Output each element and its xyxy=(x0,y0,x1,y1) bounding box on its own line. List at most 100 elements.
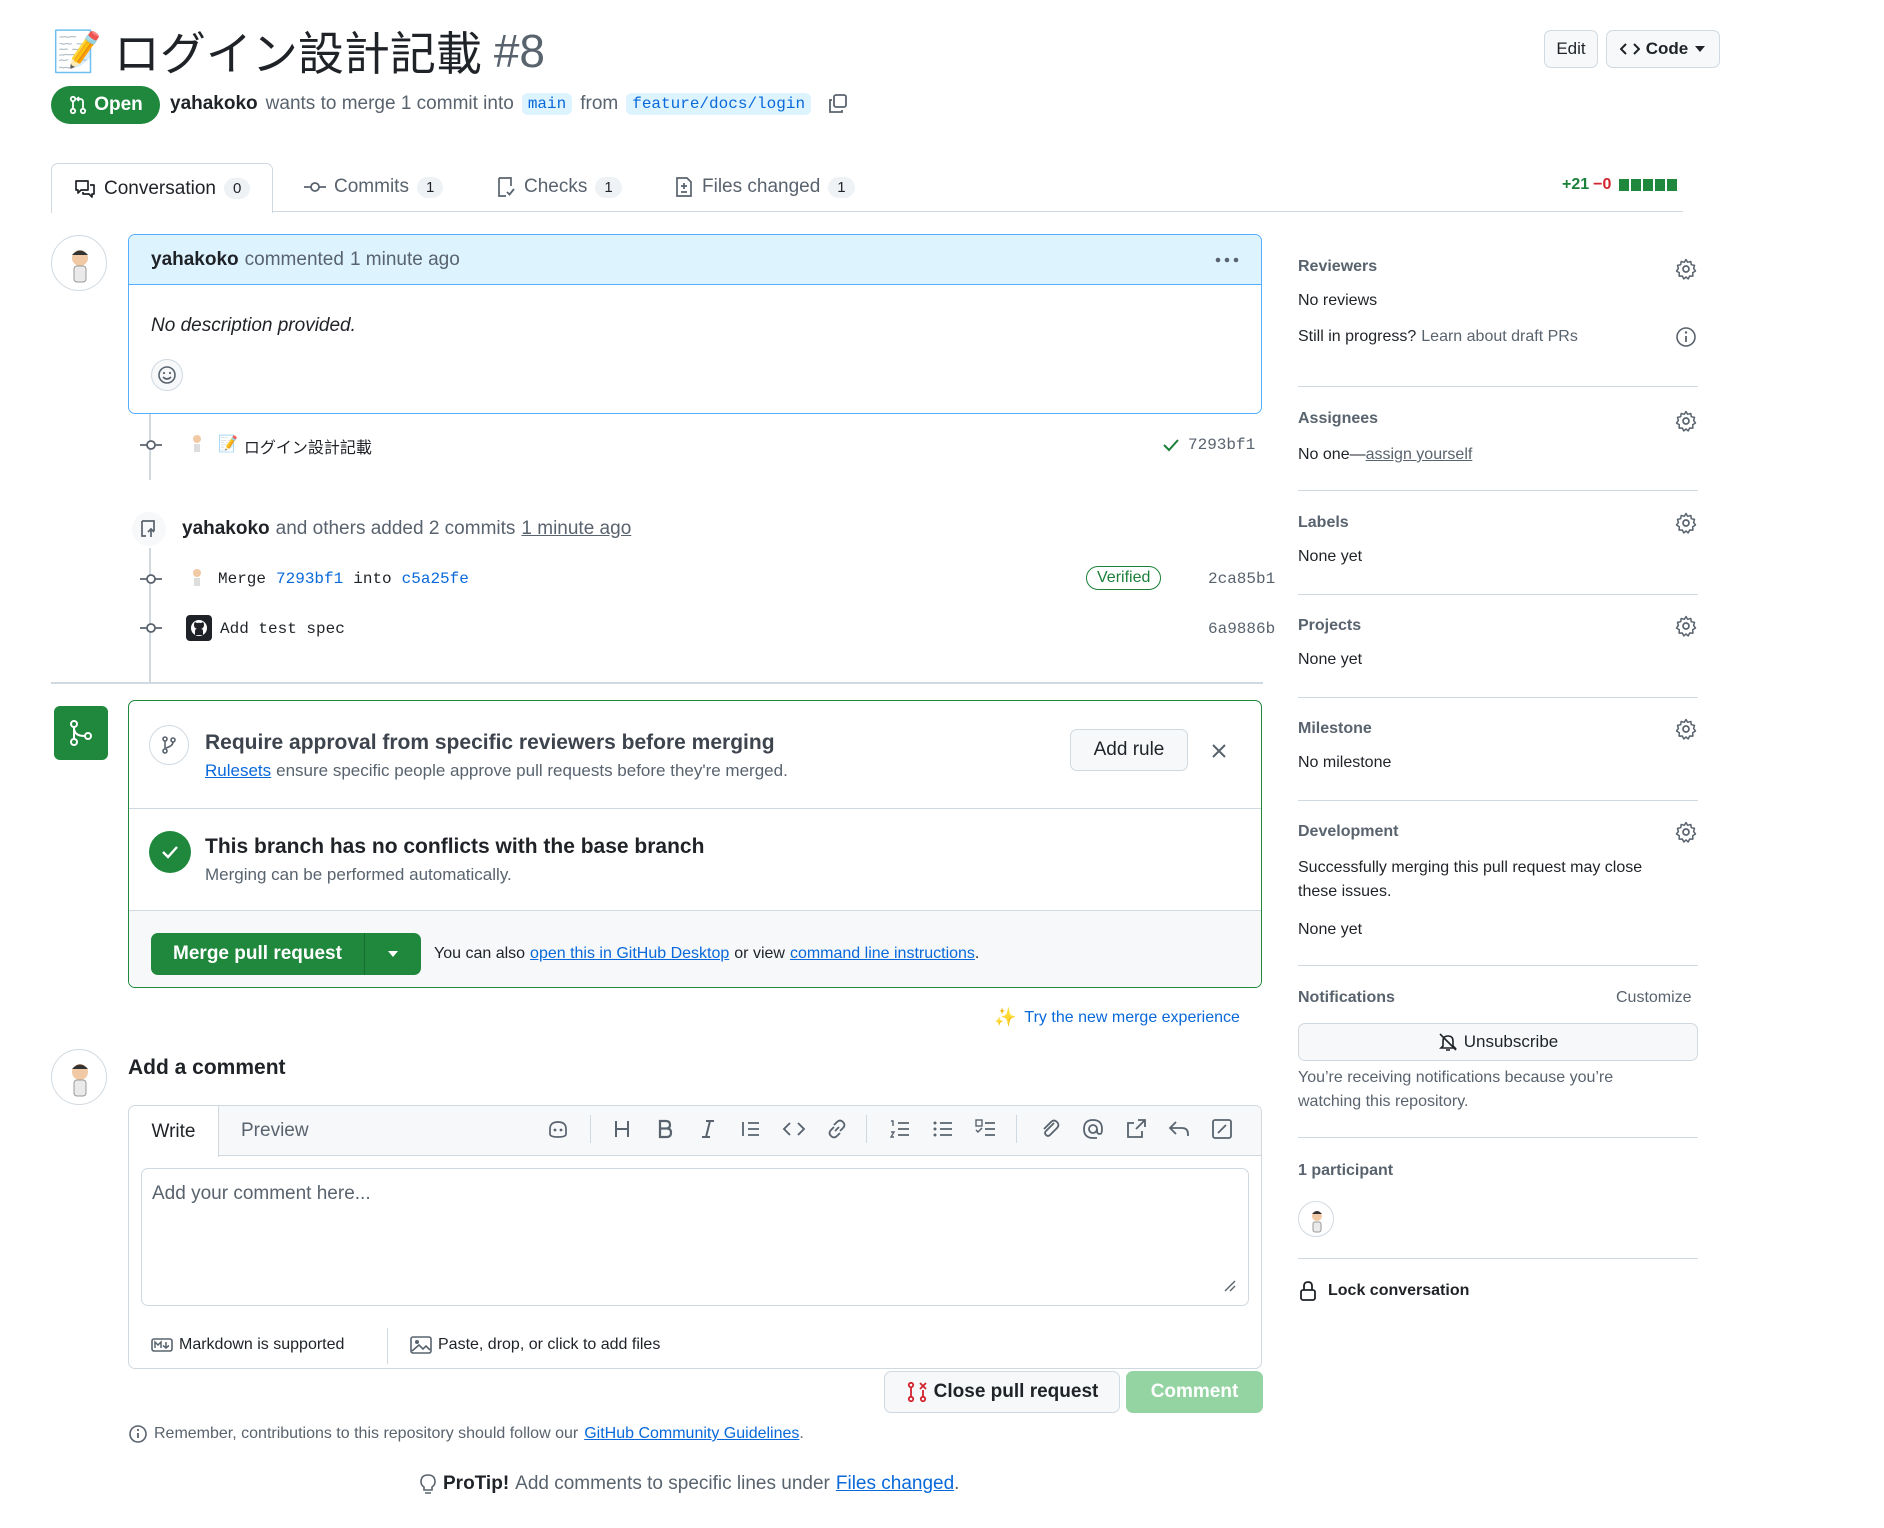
participant-avatar[interactable] xyxy=(1298,1201,1334,1237)
image-icon xyxy=(410,1336,432,1354)
gear-icon[interactable] xyxy=(1675,410,1697,432)
base-branch[interactable]: main xyxy=(521,93,573,115)
tab-counter: 1 xyxy=(595,176,622,198)
commit-sha[interactable]: 2ca85b1 xyxy=(1208,570,1275,588)
pr-number: #8 xyxy=(493,25,545,77)
notification-reason-1: You’re receiving notifications because y… xyxy=(1298,1069,1614,1086)
close-icon[interactable] xyxy=(1211,743,1227,759)
resize-handle-icon[interactable] xyxy=(1222,1278,1236,1292)
commit-message[interactable]: ログイン設計記載 xyxy=(244,434,372,458)
gear-icon[interactable] xyxy=(1675,258,1697,280)
check-icon[interactable] xyxy=(1162,437,1180,453)
tab-label: Conversation xyxy=(104,177,216,199)
copilot-icon[interactable] xyxy=(546,1117,570,1141)
numbered-list-icon[interactable] xyxy=(888,1117,912,1141)
task-list-icon[interactable] xyxy=(974,1117,998,1141)
sidebar-milestone-title[interactable]: Milestone xyxy=(1298,720,1372,738)
tab-preview[interactable]: Preview xyxy=(241,1120,309,1142)
guidelines-note: Remember, contributions to this reposito… xyxy=(128,1424,804,1444)
heading-icon[interactable] xyxy=(610,1117,634,1141)
add-rule-button[interactable]: Add rule xyxy=(1070,729,1188,771)
pr-meta: yahakoko wants to merge 1 commit into ma… xyxy=(170,93,849,115)
code-dropdown-button[interactable]: Code xyxy=(1606,30,1720,68)
fullscreen-icon[interactable] xyxy=(1210,1117,1234,1141)
close-pull-request-button[interactable]: Close pull request xyxy=(884,1371,1120,1413)
merge-method-dropdown[interactable] xyxy=(365,933,421,975)
notification-reason-2: watching this repository. xyxy=(1298,1093,1469,1110)
merge-into: into xyxy=(353,570,392,588)
comment-submit-button[interactable]: Comment xyxy=(1126,1371,1263,1413)
code-icon[interactable] xyxy=(782,1117,806,1141)
comment-time[interactable]: 1 minute ago xyxy=(350,249,460,271)
memo-emoji-icon: 📝 xyxy=(218,436,238,453)
quote-icon[interactable] xyxy=(739,1117,763,1141)
tab-write[interactable]: Write xyxy=(129,1106,219,1157)
avatar[interactable] xyxy=(51,235,107,291)
italic-icon[interactable] xyxy=(696,1117,720,1141)
sidebar-reviewers-title[interactable]: Reviewers xyxy=(1298,258,1377,276)
try-merge-link[interactable]: Try the new merge experience xyxy=(1024,1009,1240,1027)
tab-label: Files changed xyxy=(702,176,821,197)
gear-icon[interactable] xyxy=(1675,615,1697,637)
tab-commits[interactable]: Commits 1 xyxy=(304,163,444,211)
git-branch-icon xyxy=(162,736,176,754)
merge-to-sha[interactable]: c5a25fe xyxy=(402,570,469,588)
merge-text: wants to merge 1 commit into xyxy=(265,93,514,114)
verified-badge[interactable]: Verified xyxy=(1086,566,1162,590)
tab-conversation[interactable]: Conversation 0 xyxy=(51,163,274,213)
github-logo-icon[interactable] xyxy=(186,615,212,641)
commit-author-avatar[interactable] xyxy=(186,432,208,454)
comment-textarea[interactable]: Add your comment here... xyxy=(141,1168,1249,1306)
paperclip-icon[interactable] xyxy=(1038,1117,1062,1141)
unsubscribe-button[interactable]: Unsubscribe xyxy=(1298,1023,1698,1061)
commit-icon xyxy=(140,440,162,450)
draft-pr-link[interactable]: Learn about draft PRs xyxy=(1421,328,1578,346)
sidebar-projects-title[interactable]: Projects xyxy=(1298,617,1361,635)
mention-icon[interactable] xyxy=(1081,1117,1105,1141)
try-merge-link-row[interactable]: ✨ Try the new merge experience xyxy=(994,1007,1240,1028)
markdown-supported-link[interactable]: Markdown is supported xyxy=(151,1336,344,1354)
sidebar-assignees-title[interactable]: Assignees xyxy=(1298,410,1378,428)
link-icon[interactable] xyxy=(825,1117,849,1141)
bold-icon[interactable] xyxy=(653,1117,677,1141)
sidebar-development-title[interactable]: Development xyxy=(1298,823,1398,841)
rulesets-link[interactable]: Rulesets xyxy=(205,761,271,781)
development-desc-2: these issues. xyxy=(1298,883,1392,900)
merge-pull-request-button[interactable]: Merge pull request xyxy=(151,933,365,975)
sidebar-labels-title[interactable]: Labels xyxy=(1298,514,1349,532)
attach-files-button[interactable]: Paste, drop, or click to add files xyxy=(410,1336,660,1354)
comment-author[interactable]: yahakoko xyxy=(151,249,239,271)
cli-instructions-link[interactable]: command line instructions xyxy=(790,945,975,963)
push-time[interactable]: 1 minute ago xyxy=(521,518,631,540)
timeline-divider xyxy=(51,682,1263,684)
community-guidelines-link[interactable]: GitHub Community Guidelines xyxy=(584,1425,799,1443)
commit-author-avatar[interactable] xyxy=(186,566,208,588)
merge-from-sha[interactable]: 7293bf1 xyxy=(276,570,343,588)
commit-sha[interactable]: 6a9886b xyxy=(1208,620,1275,638)
copy-icon[interactable] xyxy=(827,93,849,115)
gear-icon[interactable] xyxy=(1675,512,1697,534)
tab-checks[interactable]: Checks 1 xyxy=(496,163,622,211)
pull-request-icon xyxy=(70,95,87,115)
edit-title-button[interactable]: Edit xyxy=(1544,30,1598,68)
lock-conversation-button[interactable]: Lock conversation xyxy=(1298,1280,1469,1302)
assign-yourself-link[interactable]: assign yourself xyxy=(1366,446,1473,464)
commit-sha[interactable]: 7293bf1 xyxy=(1188,436,1255,454)
add-reaction-button[interactable] xyxy=(151,359,183,391)
commit-message[interactable]: Add test spec xyxy=(220,620,345,638)
avatar[interactable] xyxy=(51,1049,107,1105)
customize-link[interactable]: Customize xyxy=(1616,989,1692,1007)
push-author[interactable]: yahakoko xyxy=(182,518,270,540)
gear-icon[interactable] xyxy=(1675,718,1697,740)
info-icon[interactable] xyxy=(1675,326,1697,348)
unordered-list-icon[interactable] xyxy=(931,1117,955,1141)
cross-reference-icon[interactable] xyxy=(1124,1117,1148,1141)
kebab-horizontal-icon[interactable] xyxy=(1215,257,1239,263)
reply-icon[interactable] xyxy=(1167,1117,1191,1141)
files-changed-link[interactable]: Files changed xyxy=(836,1473,954,1495)
github-desktop-link[interactable]: open this in GitHub Desktop xyxy=(530,945,729,963)
gear-icon[interactable] xyxy=(1675,821,1697,843)
head-branch[interactable]: feature/docs/login xyxy=(626,93,812,115)
tab-files-changed[interactable]: Files changed 1 xyxy=(674,163,855,211)
author-link[interactable]: yahakoko xyxy=(170,93,258,115)
